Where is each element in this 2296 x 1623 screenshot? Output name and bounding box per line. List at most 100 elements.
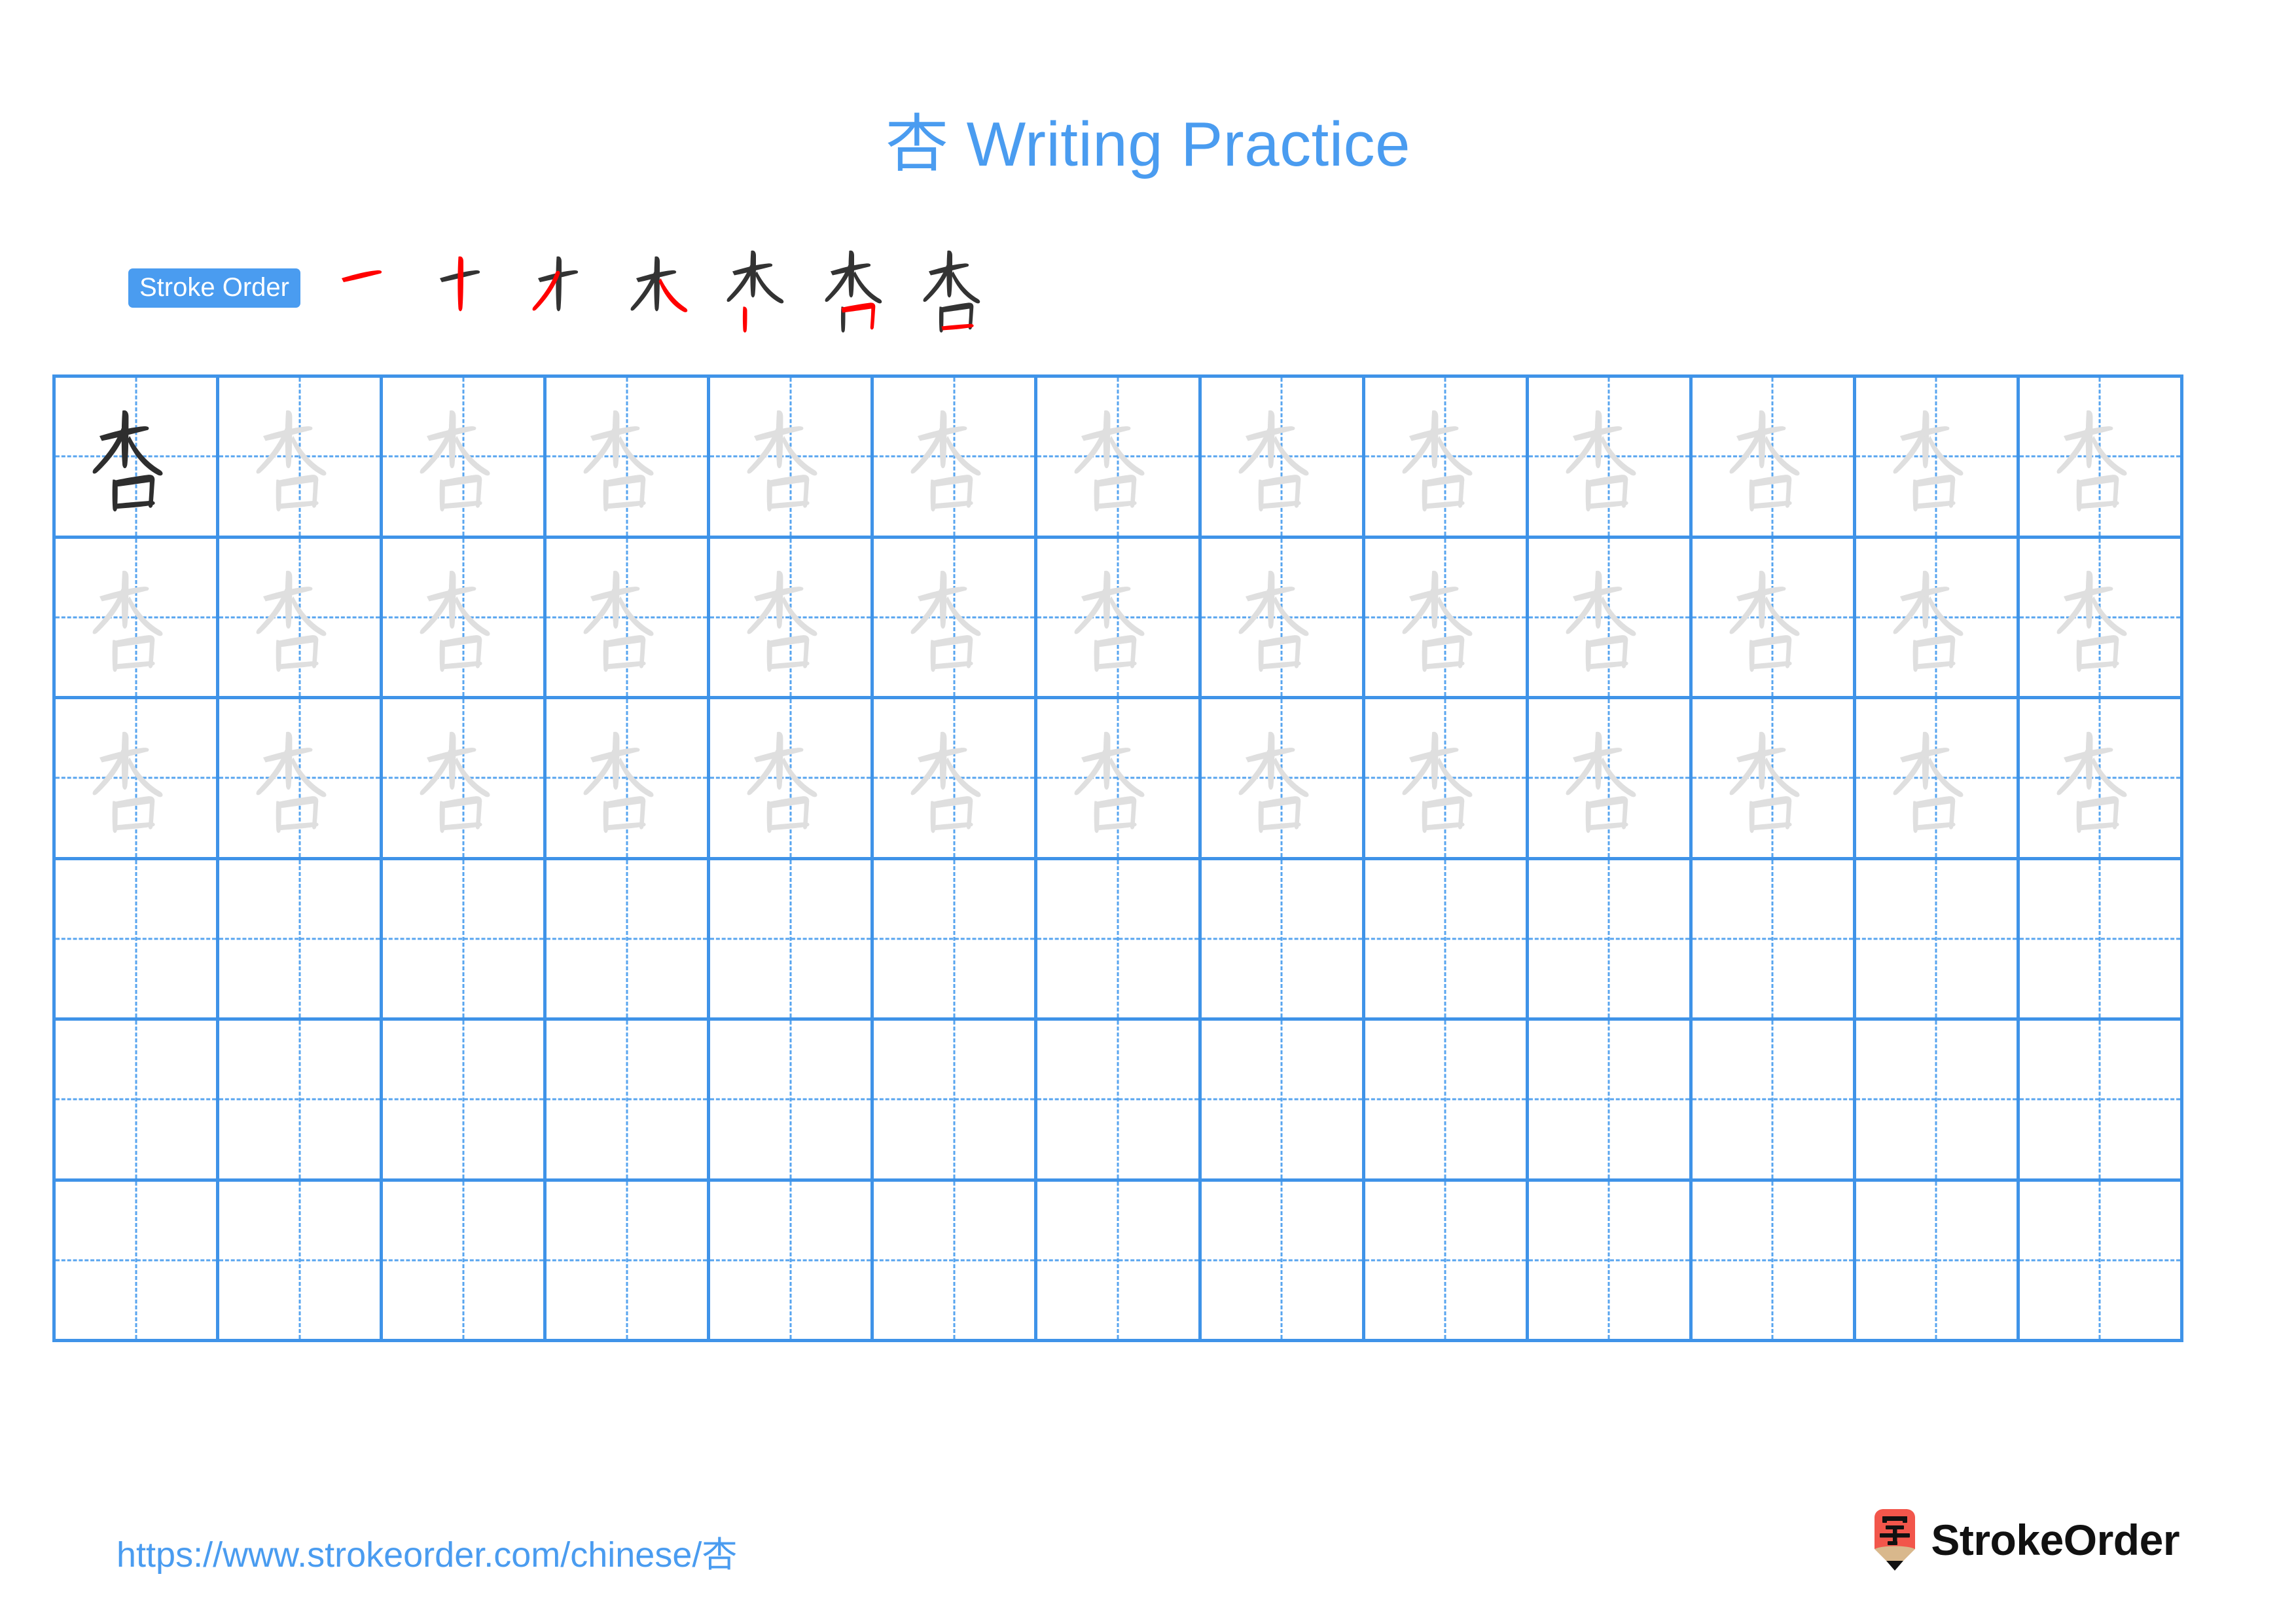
practice-cell[interactable] xyxy=(56,538,220,699)
practice-cell[interactable] xyxy=(1037,538,1202,699)
practice-cell[interactable] xyxy=(1037,1181,1202,1342)
practice-cell[interactable] xyxy=(547,699,711,860)
practice-cell[interactable] xyxy=(1856,1181,2020,1342)
practice-cell[interactable] xyxy=(547,1181,711,1342)
practice-cell[interactable] xyxy=(1365,1181,1529,1342)
practice-cell[interactable] xyxy=(874,378,1038,539)
practice-cell[interactable] xyxy=(383,860,547,1021)
traced-character xyxy=(56,699,216,857)
practice-cell[interactable] xyxy=(1201,699,1365,860)
traced-character xyxy=(874,378,1034,536)
practice-cell[interactable] xyxy=(1856,378,2020,539)
practice-cell[interactable] xyxy=(1037,1021,1202,1182)
practice-cell[interactable] xyxy=(219,860,384,1021)
practice-cell[interactable] xyxy=(56,1181,220,1342)
horizontal-guide-line xyxy=(1037,938,1198,940)
horizontal-guide-line xyxy=(1528,938,1689,940)
practice-cell[interactable] xyxy=(547,378,711,539)
traced-character xyxy=(1365,539,1526,697)
practice-cell[interactable] xyxy=(1856,699,2020,860)
horizontal-guide-line xyxy=(1365,938,1526,940)
practice-cell[interactable] xyxy=(2019,699,2183,860)
practice-cell[interactable] xyxy=(383,1181,547,1342)
practice-cell[interactable] xyxy=(1692,1021,1856,1182)
practice-cell[interactable] xyxy=(1201,538,1365,699)
traced-character xyxy=(219,539,380,697)
horizontal-guide-line xyxy=(383,1259,544,1262)
practice-cell[interactable] xyxy=(1692,538,1856,699)
horizontal-guide-line xyxy=(1037,1259,1198,1262)
horizontal-guide-line xyxy=(219,1098,380,1101)
practice-cell[interactable] xyxy=(1856,1021,2020,1182)
practice-cell[interactable] xyxy=(1692,860,1856,1021)
practice-cell[interactable] xyxy=(1528,1181,1693,1342)
practice-cell[interactable] xyxy=(2019,860,2183,1021)
practice-cell[interactable] xyxy=(1365,538,1529,699)
practice-cell[interactable] xyxy=(219,538,384,699)
practice-cell[interactable] xyxy=(383,538,547,699)
practice-cell[interactable] xyxy=(1528,1021,1693,1182)
practice-cell[interactable] xyxy=(383,1021,547,1182)
practice-cell[interactable] xyxy=(710,378,874,539)
practice-cell[interactable] xyxy=(710,1181,874,1342)
horizontal-guide-line xyxy=(2019,938,2180,940)
horizontal-guide-line xyxy=(219,938,380,940)
horizontal-guide-line xyxy=(1856,1098,2017,1101)
practice-cell[interactable] xyxy=(1856,538,2020,699)
practice-cell[interactable] xyxy=(2019,1181,2183,1342)
practice-cell[interactable] xyxy=(1692,699,1856,860)
practice-cell[interactable] xyxy=(710,860,874,1021)
traced-character xyxy=(1529,539,1689,697)
practice-cell[interactable] xyxy=(219,1181,384,1342)
practice-cell[interactable] xyxy=(1037,378,1202,539)
practice-cell[interactable] xyxy=(56,1021,220,1182)
horizontal-guide-line xyxy=(383,938,544,940)
practice-cell[interactable] xyxy=(1201,1181,1365,1342)
practice-cell[interactable] xyxy=(1692,378,1856,539)
practice-cell[interactable] xyxy=(1365,378,1529,539)
practice-cell[interactable] xyxy=(1528,538,1693,699)
practice-cell[interactable] xyxy=(56,699,220,860)
horizontal-guide-line xyxy=(1365,1259,1526,1262)
traced-character xyxy=(1856,699,2017,857)
practice-cell[interactable] xyxy=(1037,860,1202,1021)
practice-cell[interactable] xyxy=(1201,860,1365,1021)
practice-cell[interactable] xyxy=(1856,860,2020,1021)
practice-cell[interactable] xyxy=(710,1021,874,1182)
practice-cell[interactable] xyxy=(1201,1021,1365,1182)
practice-cell[interactable] xyxy=(1037,699,1202,860)
practice-cell[interactable] xyxy=(874,1181,1038,1342)
practice-cell[interactable] xyxy=(1201,378,1365,539)
practice-cell[interactable] xyxy=(874,860,1038,1021)
practice-cell[interactable] xyxy=(874,538,1038,699)
practice-cell[interactable] xyxy=(1528,699,1693,860)
footer-url[interactable]: https://www.strokeorder.com/chinese/杏 xyxy=(117,1525,737,1577)
horizontal-guide-line xyxy=(547,938,708,940)
practice-cell[interactable] xyxy=(547,1021,711,1182)
practice-cell[interactable] xyxy=(383,699,547,860)
practice-cell[interactable] xyxy=(874,699,1038,860)
practice-cell[interactable] xyxy=(219,699,384,860)
practice-cell[interactable] xyxy=(874,1021,1038,1182)
practice-grid xyxy=(52,374,2183,1342)
page-title-character: 杏 xyxy=(885,107,949,181)
practice-cell[interactable] xyxy=(710,699,874,860)
practice-cell[interactable] xyxy=(2019,538,2183,699)
practice-cell[interactable] xyxy=(56,860,220,1021)
practice-cell[interactable] xyxy=(1365,860,1529,1021)
practice-cell[interactable] xyxy=(2019,378,2183,539)
practice-cell[interactable] xyxy=(219,1021,384,1182)
practice-cell[interactable] xyxy=(547,538,711,699)
practice-cell[interactable] xyxy=(219,378,384,539)
practice-cell[interactable] xyxy=(1692,1181,1856,1342)
practice-cell[interactable] xyxy=(56,378,220,539)
practice-cell[interactable] xyxy=(547,860,711,1021)
practice-cell[interactable] xyxy=(1528,860,1693,1021)
practice-cell[interactable] xyxy=(1528,378,1693,539)
practice-cell[interactable] xyxy=(1365,1021,1529,1182)
practice-cell[interactable] xyxy=(2019,1021,2183,1182)
practice-cell[interactable] xyxy=(710,538,874,699)
practice-cell[interactable] xyxy=(383,378,547,539)
practice-cell[interactable] xyxy=(1365,699,1529,860)
traced-character xyxy=(383,699,543,857)
